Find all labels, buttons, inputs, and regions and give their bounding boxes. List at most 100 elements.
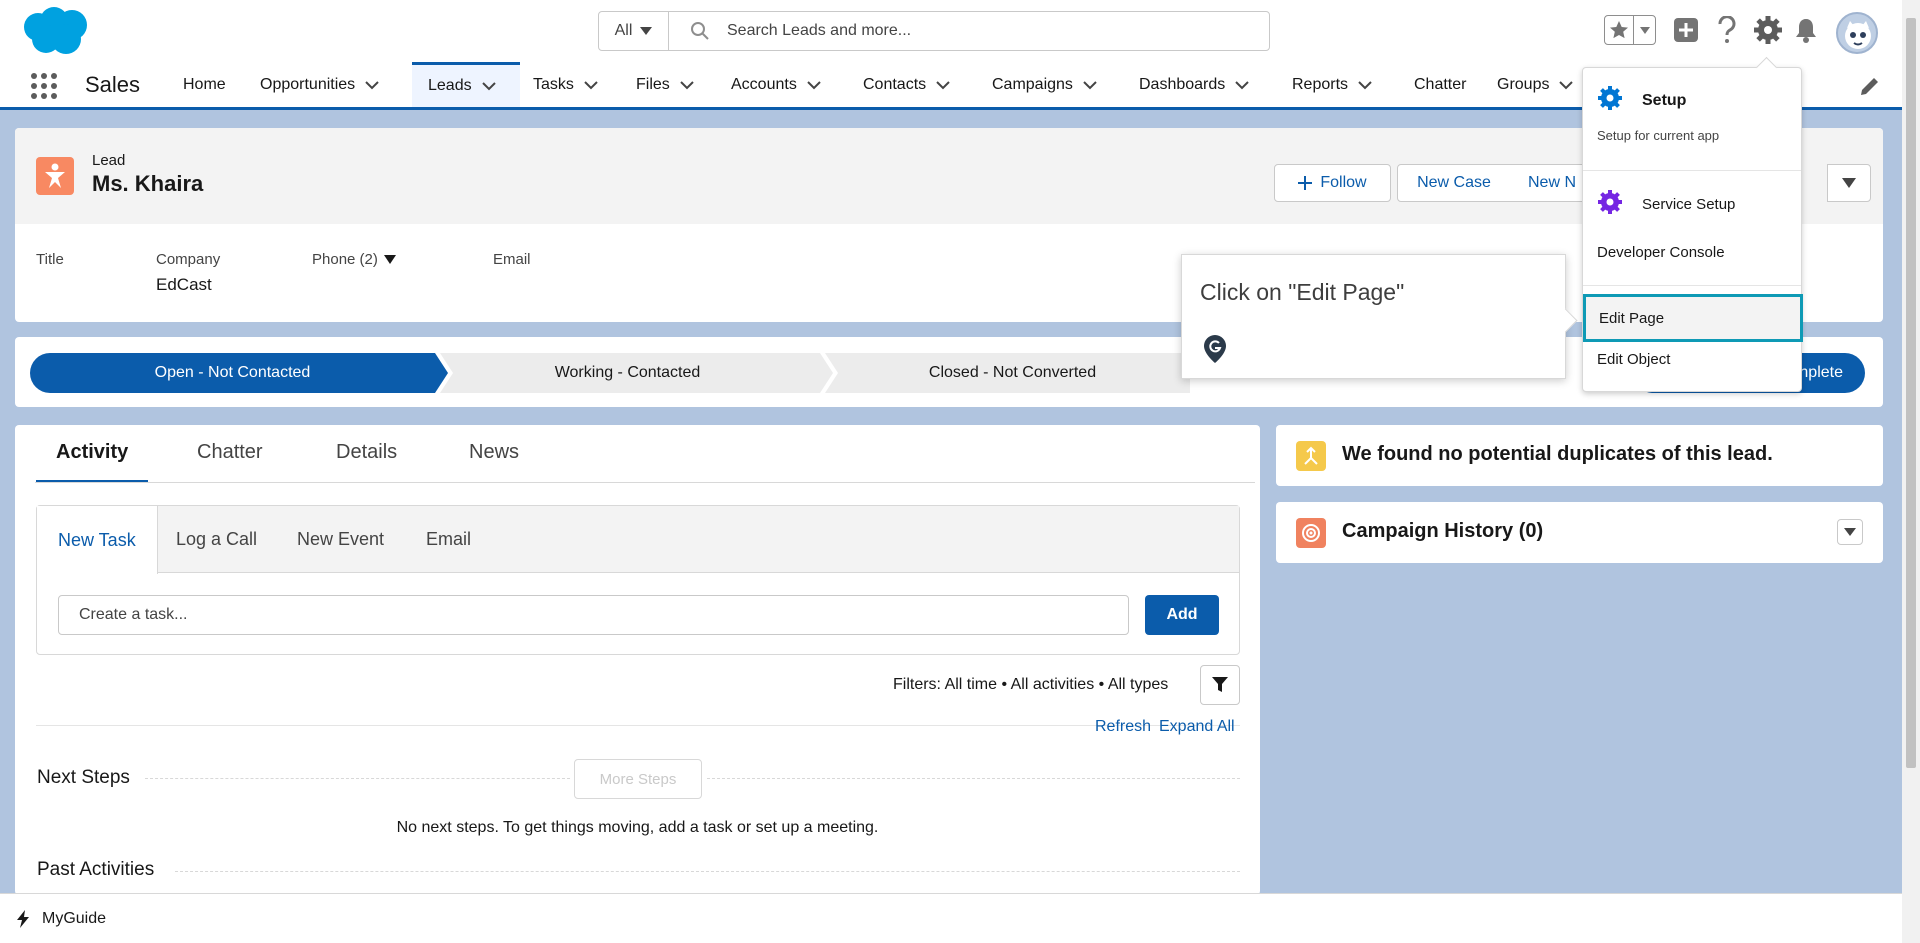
- refresh-link[interactable]: Refresh: [1095, 718, 1151, 736]
- nav-item-contacts[interactable]: Contacts: [859, 62, 954, 107]
- chevron-down-icon[interactable]: [1083, 78, 1097, 92]
- chevron-down-icon[interactable]: [481, 79, 496, 93]
- nav-item-tasks[interactable]: Tasks: [529, 62, 602, 107]
- complete-label: nplete: [1799, 364, 1843, 381]
- chevron-down-icon[interactable]: [936, 78, 950, 92]
- new-note-button[interactable]: New N: [1510, 164, 1590, 202]
- app-launcher-icon[interactable]: [28, 70, 60, 102]
- filter-button[interactable]: [1200, 665, 1240, 705]
- search-input[interactable]: Search Leads and more...: [669, 12, 1269, 50]
- company-field-label: Company: [156, 251, 221, 268]
- campaign-history-title[interactable]: Campaign History (0): [1342, 520, 1543, 543]
- guide-instruction: Click on "Edit Page": [1200, 279, 1405, 305]
- nav-item-chatter[interactable]: Chatter: [1410, 62, 1470, 107]
- caret-down-icon: [383, 255, 396, 264]
- composer-tab-new-event[interactable]: New Event: [276, 506, 405, 573]
- create-task-input[interactable]: Create a task...: [58, 595, 1129, 635]
- composer-tab-email[interactable]: Email: [405, 506, 492, 573]
- record-name: Ms. Khaira: [92, 171, 204, 196]
- salesforce-logo[interactable]: [20, 5, 92, 57]
- new-note-label: New N: [1528, 174, 1577, 191]
- follow-label: Follow: [1320, 174, 1367, 191]
- utility-bar: MyGuide: [0, 893, 1902, 943]
- tab-activity[interactable]: Activity: [36, 441, 149, 483]
- edit-object-menu-item[interactable]: Edit Object: [1597, 351, 1670, 368]
- nav-label: Files: [636, 75, 670, 93]
- gear-icon: [1754, 16, 1782, 44]
- duplicates-card: We found no potential duplicates of this…: [1276, 425, 1883, 486]
- menu-divider: [1583, 170, 1801, 171]
- service-setup-menu-item[interactable]: Service Setup: [1642, 196, 1735, 213]
- nav-label: Reports: [1292, 75, 1349, 93]
- favorites-star-button[interactable]: [1605, 16, 1635, 44]
- tab-label: Activity: [56, 441, 129, 463]
- nav-item-dashboards[interactable]: Dashboards: [1135, 62, 1253, 107]
- guide-pin-icon[interactable]: [1204, 335, 1226, 363]
- favorites-group: [1604, 15, 1656, 45]
- chevron-down-icon[interactable]: [365, 78, 379, 92]
- search-scope-select[interactable]: All: [599, 12, 669, 50]
- tab-news[interactable]: News: [469, 441, 519, 481]
- help-button[interactable]: [1713, 14, 1741, 46]
- expand-all-link[interactable]: Expand All: [1159, 718, 1235, 736]
- title-field-label: Title: [36, 251, 64, 268]
- favorites-list-button[interactable]: [1634, 16, 1655, 44]
- page-scrollbar[interactable]: [1902, 0, 1920, 943]
- past-activities-heading: Past Activities: [37, 859, 155, 880]
- nav-item-files[interactable]: Files: [632, 62, 698, 107]
- edit-page-menu-item[interactable]: Edit Page: [1583, 294, 1803, 342]
- nav-item-reports[interactable]: Reports: [1288, 62, 1376, 107]
- edit-nav-pencil-icon[interactable]: [1858, 74, 1882, 98]
- tab-details[interactable]: Details: [336, 441, 397, 481]
- campaign-icon: [1296, 518, 1326, 548]
- nav-item-home[interactable]: Home: [179, 62, 230, 107]
- search-icon: [691, 22, 709, 40]
- search-scope-label: All: [614, 22, 633, 39]
- notifications-button[interactable]: [1792, 16, 1820, 44]
- follow-button[interactable]: Follow: [1274, 164, 1391, 202]
- new-case-button[interactable]: New Case: [1397, 164, 1511, 202]
- chevron-down-icon[interactable]: [584, 78, 598, 92]
- app-name: Sales: [85, 72, 141, 97]
- add-task-button[interactable]: Add: [1145, 595, 1219, 635]
- nav-label: Contacts: [863, 75, 927, 93]
- nav-item-groups[interactable]: Groups: [1493, 62, 1577, 107]
- caret-down-icon: [1844, 528, 1856, 536]
- composer-tab-new-task[interactable]: New Task: [37, 506, 158, 574]
- nav-item-opportunities[interactable]: Opportunities: [256, 62, 383, 107]
- global-actions-button[interactable]: [1672, 16, 1700, 44]
- phone-field[interactable]: Phone (2): [312, 251, 396, 268]
- nav-item-campaigns[interactable]: Campaigns: [988, 62, 1101, 107]
- path-stage-open-not-contacted[interactable]: Open - Not Contacted: [30, 353, 435, 393]
- bell-icon: [1796, 19, 1816, 43]
- lightning-bolt-icon: [17, 909, 29, 928]
- developer-console-menu-item[interactable]: Developer Console: [1597, 244, 1725, 261]
- setup-gear-button[interactable]: [1752, 13, 1784, 47]
- more-actions-button[interactable]: [1827, 164, 1871, 202]
- chevron-down-icon[interactable]: [680, 78, 694, 92]
- path-stage-working-contacted[interactable]: Working - Contacted: [435, 353, 820, 393]
- user-avatar[interactable]: [1836, 12, 1878, 54]
- chevron-down-icon[interactable]: [1235, 78, 1249, 92]
- chevron-down-icon[interactable]: [1559, 78, 1574, 92]
- chevron-down-icon[interactable]: [1358, 78, 1372, 92]
- tab-label: Details: [336, 441, 398, 463]
- chevron-down-icon[interactable]: [807, 78, 821, 92]
- duplicates-message: We found no potential duplicates of this…: [1342, 443, 1773, 465]
- nav-label: Tasks: [533, 75, 574, 93]
- more-steps-button[interactable]: More Steps: [574, 759, 702, 799]
- setup-dropdown-menu: Setup Setup for current app Service Setu…: [1582, 67, 1803, 392]
- path-stage-closed-not-converted[interactable]: Closed - Not Converted: [820, 353, 1205, 393]
- setup-menu-item[interactable]: Setup: [1642, 92, 1686, 110]
- dashed-divider: [707, 778, 1240, 779]
- duplicate-rule-icon: [1296, 441, 1326, 471]
- tabs-divider: [35, 482, 1255, 483]
- lead-person-star-icon: [45, 163, 65, 188]
- composer-tab-log-a-call[interactable]: Log a Call: [155, 506, 278, 573]
- scrollbar-thumb[interactable]: [1906, 18, 1916, 768]
- campaign-history-menu-button[interactable]: [1837, 519, 1863, 545]
- tab-chatter[interactable]: Chatter: [197, 441, 263, 481]
- myguide-utility-item[interactable]: MyGuide: [42, 910, 106, 928]
- nav-item-leads[interactable]: Leads: [412, 62, 520, 107]
- nav-item-accounts[interactable]: Accounts: [727, 62, 825, 107]
